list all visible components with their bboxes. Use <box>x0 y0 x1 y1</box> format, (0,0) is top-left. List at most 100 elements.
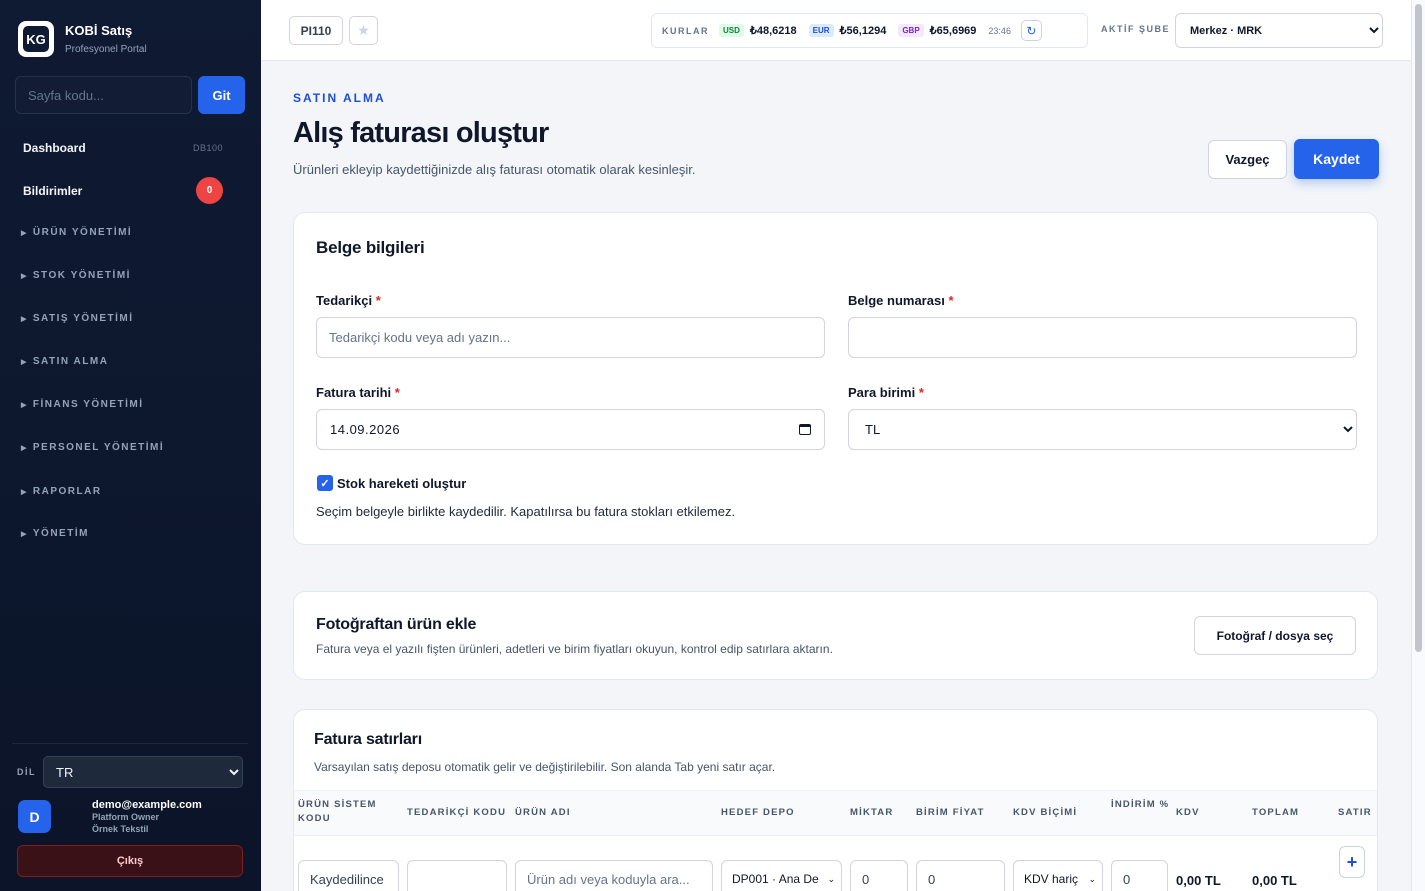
sidebar-group-label: YÖNETİM <box>32 528 89 539</box>
supplier-input[interactable] <box>316 317 825 358</box>
supplier-code-input[interactable] <box>407 860 507 891</box>
sidebar-group-sales[interactable]: ▶ SATIŞ YÖNETİMİ <box>21 313 134 324</box>
sidebar-item-notifications[interactable]: Bildirimler 0 <box>23 177 223 204</box>
invoice-date-input[interactable]: 14.09.2026 <box>316 409 825 450</box>
sidebar-item-label: Dashboard <box>23 141 86 155</box>
rate-usd: ₺48,6218 <box>749 25 797 37</box>
sidebar-group-reports[interactable]: ▶ RAPORLAR <box>21 486 102 497</box>
user-email: demo@example.com <box>92 799 202 811</box>
stock-movement-label: Stok hareketi oluştur <box>337 475 467 491</box>
stock-movement-note: Seçim belgeyle birlikte kaydedilir. Kapa… <box>316 504 736 519</box>
caret-right-icon: ▶ <box>21 316 28 323</box>
product-search-placeholder: Ürün adı veya koduyla ara... <box>527 871 690 887</box>
vat-mode-value: KDV hariç <box>1024 872 1079 886</box>
caret-right-icon: ▶ <box>21 230 28 237</box>
doc-number-label: Belge numarası * <box>848 293 954 308</box>
column-header: BİRİM FİYAT <box>916 807 985 818</box>
page-subtitle: Ürünleri ekleyip kaydettiğinizde alış fa… <box>293 162 696 177</box>
section-eyebrow: SATIN ALMA <box>293 91 386 105</box>
page-scrollbar[interactable] <box>1411 0 1425 891</box>
logout-button[interactable]: Çıkış <box>17 845 243 877</box>
caret-right-icon: ▶ <box>21 359 28 366</box>
sidebar-group-purchasing[interactable]: ▶ SATIN ALMA <box>21 356 108 367</box>
sidebar-group-label: RAPORLAR <box>32 486 102 497</box>
currency-usd-badge: USD <box>719 24 744 37</box>
card-description: Varsayılan satış deposu otomatik gelir v… <box>314 760 776 774</box>
branch-select[interactable]: Merkez · MRK <box>1175 13 1383 48</box>
brand-subtitle: Profesyonel Portal <box>65 44 147 55</box>
avatar: D <box>18 800 51 833</box>
chevron-down-icon: ⌄ <box>1088 873 1096 884</box>
card-title: Fotoğraftan ürün ekle <box>316 616 477 633</box>
sidebar-group-label: PERSONEL YÖNETİMİ <box>32 442 165 453</box>
quantity-input[interactable]: 0 <box>850 860 908 891</box>
product-search-input[interactable]: Ürün adı veya koduyla ara... <box>515 860 713 891</box>
scrollbar-thumb[interactable] <box>1415 4 1422 652</box>
sidebar-group-finance[interactable]: ▶ FİNANS YÖNETİMİ <box>21 399 144 410</box>
page-title: Alış faturası oluştur <box>293 117 549 149</box>
column-header: TOPLAM <box>1252 807 1300 818</box>
column-header: KDV <box>1176 807 1200 818</box>
cancel-button[interactable]: Vazgeç <box>1208 140 1287 179</box>
caret-right-icon: ▶ <box>21 531 28 538</box>
rate-gbp: ₺65,6969 <box>929 25 977 37</box>
brand-name: KOBİ Satış <box>65 23 133 38</box>
language-label: DİL <box>17 767 36 777</box>
caret-right-icon: ▶ <box>21 402 28 409</box>
column-header: İNDİRİM % <box>1111 799 1170 810</box>
choose-photo-button[interactable]: Fotoğraf / dosya seç <box>1194 616 1356 655</box>
doc-number-input[interactable] <box>848 317 1357 358</box>
page-code-chip: PI110 <box>289 16 343 45</box>
vat-amount: 0,00 TL <box>1176 873 1221 888</box>
photo-import-card: Fotoğraftan ürün ekle Fatura veya el yaz… <box>293 591 1378 680</box>
sidebar-group-stock[interactable]: ▶ STOK YÖNETİMİ <box>21 270 131 281</box>
sidebar-group-label: FİNANS YÖNETİMİ <box>32 399 144 410</box>
rate-eur: ₺56,1294 <box>839 25 887 37</box>
warehouse-value: DP001 · Ana De <box>732 872 819 886</box>
favorite-star-icon[interactable]: ★ <box>349 16 378 45</box>
exchange-rates: KURLAR USD ₺48,6218 EUR ₺56,1294 GBP ₺65… <box>651 13 1088 48</box>
warehouse-select[interactable]: DP001 · Ana De ⌄ <box>721 860 842 891</box>
caret-right-icon: ▶ <box>21 445 28 452</box>
calendar-icon[interactable] <box>799 424 811 435</box>
branch-label: AKTİF ŞUBE <box>1101 24 1170 34</box>
go-button[interactable]: Git <box>198 76 245 114</box>
currency-select[interactable]: TL <box>848 409 1357 450</box>
unit-price-input[interactable]: 0 <box>916 860 1005 891</box>
brand-logo-icon: KG <box>18 21 54 57</box>
user-company: Örnek Tekstil <box>92 824 149 834</box>
sidebar-group-label: STOK YÖNETİMİ <box>32 270 131 281</box>
column-header: MİKTAR <box>850 807 894 818</box>
caret-right-icon: ▶ <box>21 273 28 280</box>
stock-movement-toggle[interactable]: ✓ Stok hareketi oluştur <box>317 475 466 491</box>
chevron-down-icon: ⌄ <box>827 873 835 884</box>
brand[interactable]: KG KOBİ Satış Profesyonel Portal <box>18 21 147 57</box>
discount-input[interactable]: 0 <box>1111 860 1168 891</box>
plus-icon[interactable]: + <box>1339 846 1365 878</box>
page-code-input[interactable] <box>15 76 192 114</box>
column-header: ÜRÜN SİSTEM KODU <box>298 799 377 824</box>
sidebar-group-personnel[interactable]: ▶ PERSONEL YÖNETİMİ <box>21 442 164 453</box>
supplier-label: Tedarikçi * <box>316 293 381 308</box>
column-header: ÜRÜN ADI <box>515 807 571 818</box>
save-button[interactable]: Kaydet <box>1294 139 1379 179</box>
currency-eur-badge: EUR <box>808 24 834 37</box>
rates-label: KURLAR <box>662 25 709 36</box>
invoice-date-value: 14.09.2026 <box>330 422 401 437</box>
sidebar-item-dashboard[interactable]: Dashboard DB100 <box>23 141 223 155</box>
column-header: SATIR <box>1338 807 1372 818</box>
table-header: ÜRÜN SİSTEM KODU TEDARİKÇİ KODU ÜRÜN ADI… <box>294 790 1377 836</box>
notification-count-badge: 0 <box>196 177 223 204</box>
check-icon[interactable]: ✓ <box>317 475 333 491</box>
vat-mode-select[interactable]: KDV hariç ⌄ <box>1013 860 1103 891</box>
system-code-cell: Kaydedilince <box>298 860 399 891</box>
sidebar-group-admin[interactable]: ▶ YÖNETİM <box>21 528 89 539</box>
refresh-icon[interactable]: ↻ <box>1020 20 1042 41</box>
sidebar-divider <box>12 743 248 744</box>
column-header: HEDEF DEPO <box>721 807 795 818</box>
sidebar-group-products[interactable]: ▶ ÜRÜN YÖNETİMİ <box>21 227 132 238</box>
sidebar-item-code: DB100 <box>192 143 223 153</box>
rates-time: 23:46 <box>988 25 1011 36</box>
user-info: demo@example.com Platform Owner Örnek Te… <box>92 799 202 835</box>
language-select[interactable]: TR <box>43 756 243 788</box>
